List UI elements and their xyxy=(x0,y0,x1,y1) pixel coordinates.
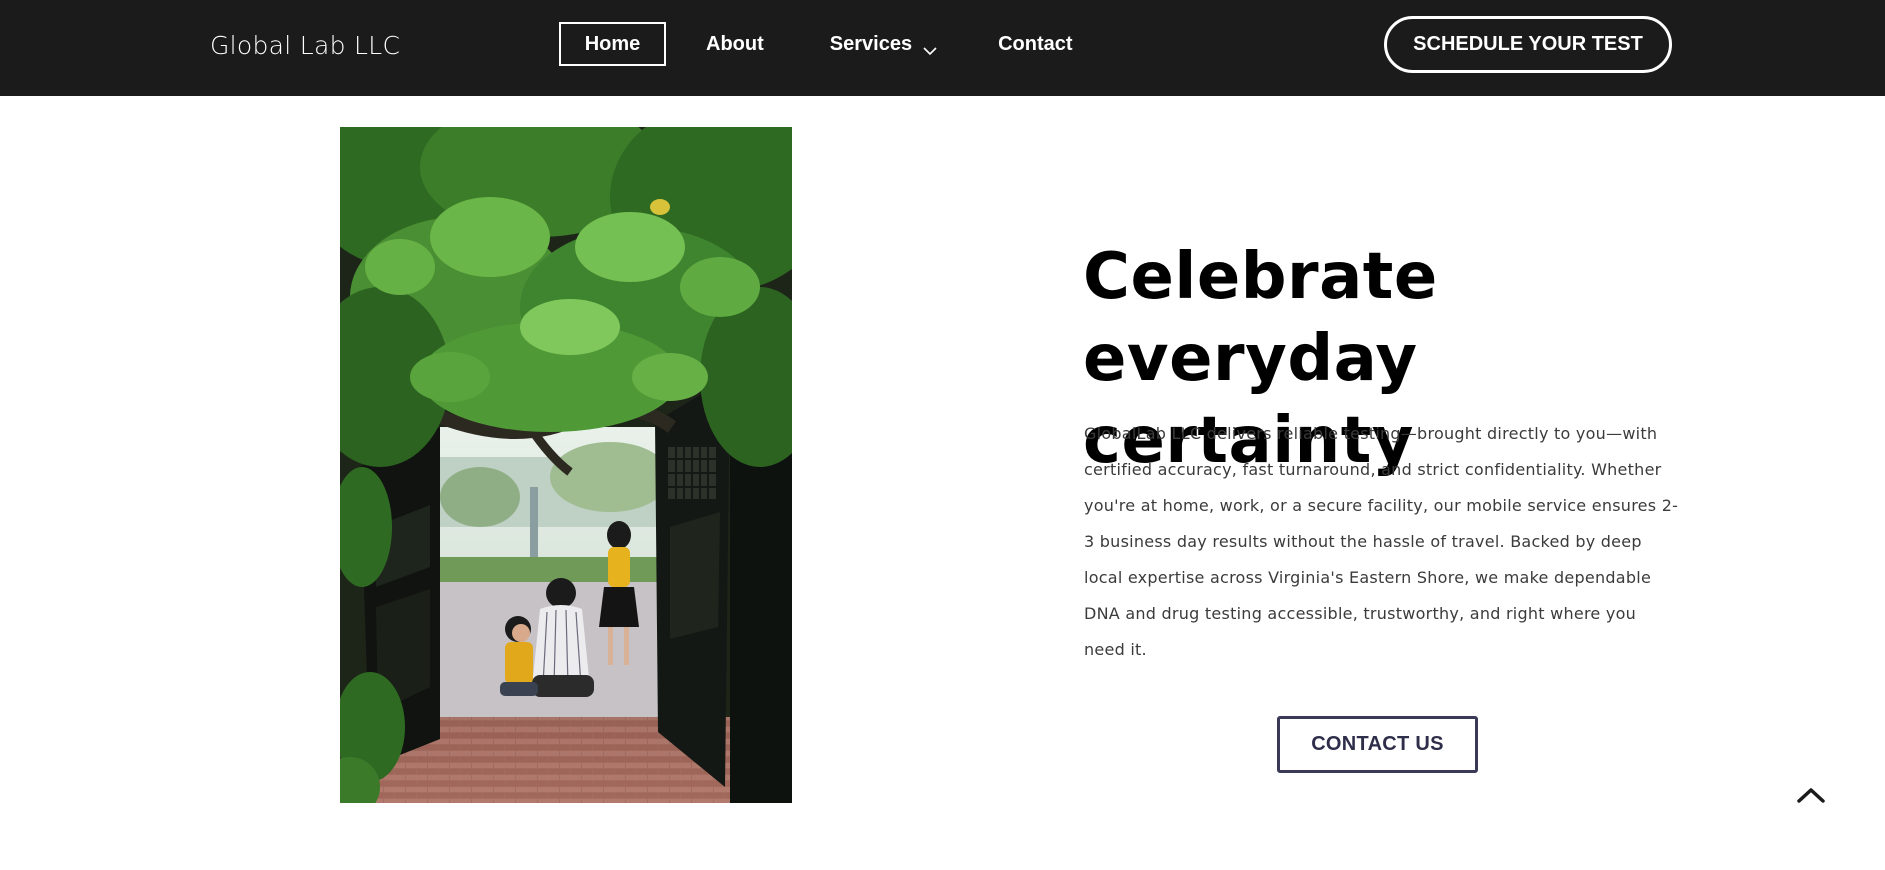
nav-contact[interactable]: Contact xyxy=(998,22,1072,66)
nav-services-label: Services xyxy=(829,32,913,55)
hero-title-line-1: Celebrate xyxy=(1083,240,1438,314)
nav-services[interactable]: Services xyxy=(830,22,938,66)
site-header: Global Lab LLC Home About Services Conta… xyxy=(0,0,1885,96)
nav-contact-label: Contact xyxy=(998,32,1073,55)
hero-photo-illustration xyxy=(340,127,792,803)
brand-logo-text[interactable]: Global Lab LLC xyxy=(210,30,400,62)
nav-home[interactable]: Home xyxy=(559,22,666,66)
chevron-up-icon xyxy=(1797,788,1825,803)
nav-home-label: Home xyxy=(584,32,641,55)
back-to-top-button[interactable] xyxy=(1796,784,1826,806)
hero-photo xyxy=(340,127,792,803)
hero-description: GlobalLab LLC delivers reliable testing—… xyxy=(1084,424,1679,659)
contact-us-button[interactable]: CONTACT US xyxy=(1277,716,1478,773)
nav-about-label: About xyxy=(706,32,764,55)
main-nav: Home About Services Contact xyxy=(559,22,1073,66)
nav-about[interactable]: About xyxy=(706,22,764,66)
schedule-test-button[interactable]: SCHEDULE YOUR TEST xyxy=(1384,16,1672,73)
chevron-down-icon xyxy=(922,39,938,56)
